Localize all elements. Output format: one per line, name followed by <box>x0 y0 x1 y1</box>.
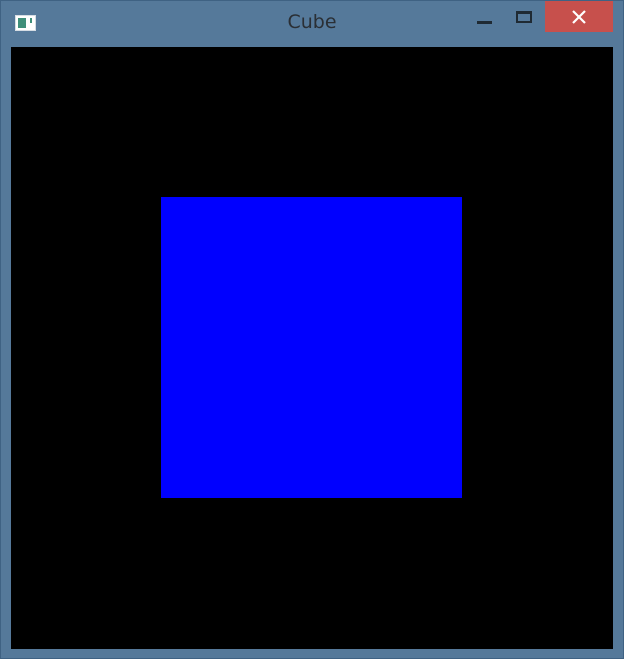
app-window: Cube <box>0 0 624 659</box>
maximize-icon <box>516 11 532 23</box>
app-icon-pane <box>18 18 26 28</box>
close-icon <box>572 10 586 24</box>
blue-cube <box>161 197 462 498</box>
maximize-button[interactable] <box>506 1 542 32</box>
render-viewport[interactable] <box>11 47 613 649</box>
minimize-icon <box>477 21 492 24</box>
title-bar[interactable]: Cube <box>1 1 623 47</box>
minimize-button[interactable] <box>469 1 501 32</box>
app-icon[interactable] <box>15 15 36 31</box>
app-icon-bar <box>30 18 32 23</box>
close-button[interactable] <box>545 1 613 32</box>
